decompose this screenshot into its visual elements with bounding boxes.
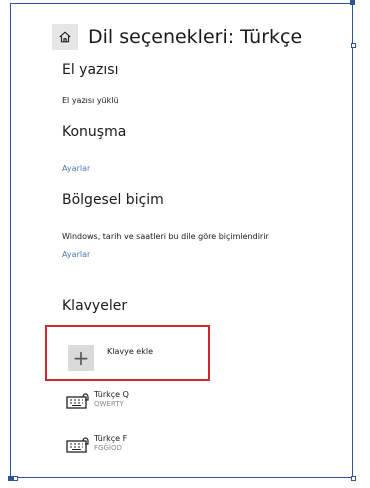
page-title: Dil seçenekleri: Türkçe xyxy=(88,26,303,48)
add-keyboard-label: Klavye ekle xyxy=(107,347,154,356)
keyboard-item-turkish-q[interactable]: Türkçe Q QWERTY xyxy=(66,388,216,416)
keyboard-icon xyxy=(66,437,89,453)
keyboards-title: Klavyeler xyxy=(62,298,128,314)
regional-format-title: Bölgesel biçim xyxy=(62,192,164,208)
resize-handle-right[interactable] xyxy=(351,43,356,48)
handwriting-status: El yazısı yüklü xyxy=(62,96,119,105)
keyboard-item-turkish-f[interactable]: Türkçe F FGĞIOD xyxy=(66,432,216,460)
keyboard-icon xyxy=(66,393,89,409)
plus-icon: + xyxy=(68,345,94,371)
keyboard-name: Türkçe Q xyxy=(94,390,129,399)
regional-format-description: Windows, tarih ve saatleri bu dile göre … xyxy=(62,232,269,241)
page-header: Dil seçenekleri: Türkçe xyxy=(52,22,302,52)
speech-title: Konuşma xyxy=(62,124,127,140)
resize-handle-bottom[interactable] xyxy=(13,476,18,481)
home-button[interactable] xyxy=(52,24,78,50)
keyboard-layout: QWERTY xyxy=(94,400,124,408)
resize-handle-top-right[interactable] xyxy=(350,0,355,5)
handwriting-title: El yazısı xyxy=(62,62,119,78)
home-icon xyxy=(59,31,71,43)
keyboard-name: Türkçe F xyxy=(94,434,128,443)
regional-settings-link[interactable]: Ayarlar xyxy=(62,250,90,259)
keyboard-layout: FGĞIOD xyxy=(94,444,122,452)
add-keyboard-button[interactable]: + Klavye ekle xyxy=(45,325,210,381)
speech-settings-link[interactable]: Ayarlar xyxy=(62,164,90,173)
resize-handle-bottom-right[interactable] xyxy=(351,476,356,481)
